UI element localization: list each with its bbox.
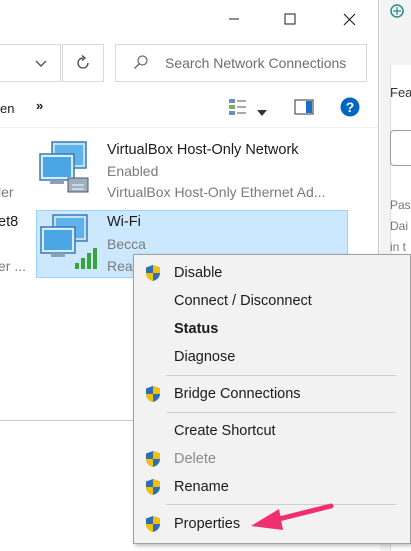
chevron-down-icon[interactable] [35,56,47,74]
connection-item-virtualbox[interactable]: VirtualBox Host-Only Network Enabled Vir… [36,138,348,204]
menu-item-bridge-connections[interactable]: Bridge Connections [134,381,404,407]
view-dropdown-icon[interactable] [257,103,267,121]
menu-item-label: Delete [174,451,216,467]
uac-shield-icon [146,386,160,402]
background-text-3: in t [390,240,407,254]
refresh-button[interactable] [62,44,104,82]
search-icon [133,54,149,75]
menu-item-diagnose[interactable]: Diagnose [134,344,404,370]
pointer-arrow [251,503,334,530]
address-bar[interactable] [0,44,61,82]
menu-item-delete: Delete [134,446,404,472]
menu-item-connect-disconnect[interactable]: Connect / Disconnect [134,288,404,314]
network-adapter-icon [39,141,89,193]
uac-shield-icon [146,451,160,467]
connection-name: VirtualBox Host-Only Network [107,142,299,158]
menu-item-label: Create Shortcut [174,423,276,439]
background-text-2: Dai [390,219,409,233]
search-placeholder: Search Network Connections [165,55,347,71]
menu-item-label: Bridge Connections [174,386,301,402]
command-bar-divider [0,127,378,128]
uac-shield-icon [146,479,160,495]
menu-item-label: Diagnose [174,349,236,365]
background-text-1: Pas [390,198,411,212]
maximize-icon [284,13,296,25]
minimize-button[interactable] [211,2,257,36]
uac-shield-icon [146,265,160,281]
more-commands-button[interactable]: » [36,98,43,113]
maximize-button[interactable] [267,2,313,36]
background-title: Fea [390,85,411,100]
menu-item-label: Rename [174,479,229,495]
connection-status: Enabled [107,163,159,179]
menu-item-disable[interactable]: Disable [134,260,404,286]
wifi-adapter-icon [40,214,97,269]
left-item-fragment-2: et8 [0,214,19,230]
help-icon[interactable]: ? [340,97,360,122]
menu-separator [166,375,396,376]
left-item-fragment-3: er ... [0,258,27,274]
uac-shield-icon [146,516,160,532]
menu-item-rename[interactable]: Rename [134,474,404,500]
menu-separator [166,412,396,413]
menu-item-label: Properties [174,516,241,532]
connection-device: Rea [107,258,133,274]
svg-text:?: ? [346,99,355,115]
organize-menu[interactable]: en [0,101,14,116]
background-input [390,130,411,166]
menu-item-label: Status [174,321,219,337]
connection-status: Becca [107,236,146,252]
menu-item-label: Connect / Disconnect [174,293,312,309]
preview-pane-icon[interactable] [294,99,314,120]
menu-item-label: Disable [174,265,223,281]
close-button[interactable] [326,2,372,36]
minimize-icon [229,18,239,20]
left-item-fragment-1: ler [0,184,14,200]
connection-name: Wi-Fi [107,214,141,230]
menu-item-status[interactable]: Status [134,316,404,342]
close-icon [343,13,355,25]
app-logo-icon [382,0,411,22]
view-options-icon[interactable] [228,98,248,121]
refresh-icon [77,55,89,69]
menu-item-create-shortcut[interactable]: Create Shortcut [134,418,404,444]
connection-device: VirtualBox Host-Only Ethernet Ad... [107,184,326,200]
